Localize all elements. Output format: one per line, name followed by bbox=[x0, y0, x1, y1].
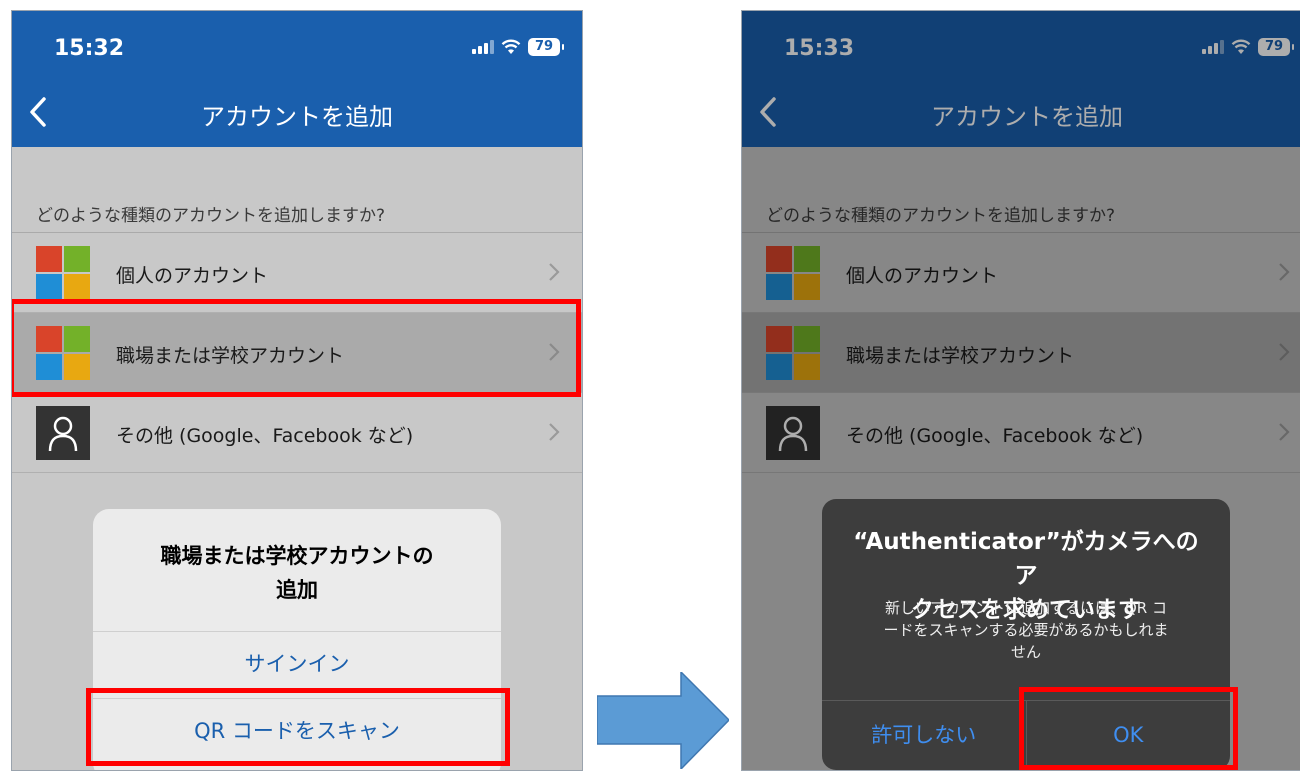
account-type-question: どのような種類のアカウントを追加しますか? bbox=[36, 206, 386, 226]
alert-message-line: せん bbox=[1010, 643, 1041, 661]
highlight-box-work-account bbox=[12, 299, 581, 397]
list-item-other-account[interactable]: その他 (Google、Facebook など) bbox=[12, 393, 582, 473]
chevron-right-icon bbox=[549, 263, 560, 281]
wifi-icon bbox=[501, 39, 521, 54]
person-icon bbox=[36, 406, 90, 460]
sheet-title-line: 職場または学校アカウントの bbox=[160, 544, 434, 568]
chevron-right-icon bbox=[549, 423, 560, 441]
highlight-box-scan-qr bbox=[86, 688, 510, 766]
alert-message: 新しいアカウントに追加するには、QR コ ードをスキャンする必要があるかもしれま… bbox=[850, 597, 1202, 663]
alert-message-line: ードをスキャンする必要があるかもしれま bbox=[883, 621, 1169, 639]
alert-title-line: “Authenticator”がカメラへのア bbox=[853, 529, 1199, 589]
signal-icon bbox=[472, 40, 494, 54]
battery-icon: 79 bbox=[528, 38, 564, 56]
list-item-label: その他 (Google、Facebook など) bbox=[116, 425, 414, 447]
status-time: 15:32 bbox=[54, 36, 125, 61]
arrow-right-icon bbox=[597, 672, 729, 769]
list-item-label: 個人のアカウント bbox=[116, 265, 269, 287]
sheet-title: 職場または学校アカウントの 追加 bbox=[93, 539, 501, 607]
left-phone-screen: 15:32 79 アカウントを追加 どのような種類のアカウントを追加しますか? … bbox=[11, 10, 583, 771]
deny-button[interactable]: 許可しない bbox=[822, 701, 1027, 770]
right-phone-screen: 15:33 79 アカウントを追加 どのような種類のアカウントを追加しますか? … bbox=[741, 10, 1300, 771]
highlight-box-ok bbox=[1019, 687, 1238, 770]
status-icons: 79 bbox=[472, 38, 564, 56]
page-title: アカウントを追加 bbox=[201, 103, 393, 131]
microsoft-logo-icon bbox=[36, 246, 90, 300]
alert-message-line: 新しいアカウントに追加するには、QR コ bbox=[885, 599, 1167, 617]
top-bar: 15:32 79 アカウントを追加 bbox=[12, 11, 582, 147]
sheet-title-line: 追加 bbox=[276, 578, 318, 602]
